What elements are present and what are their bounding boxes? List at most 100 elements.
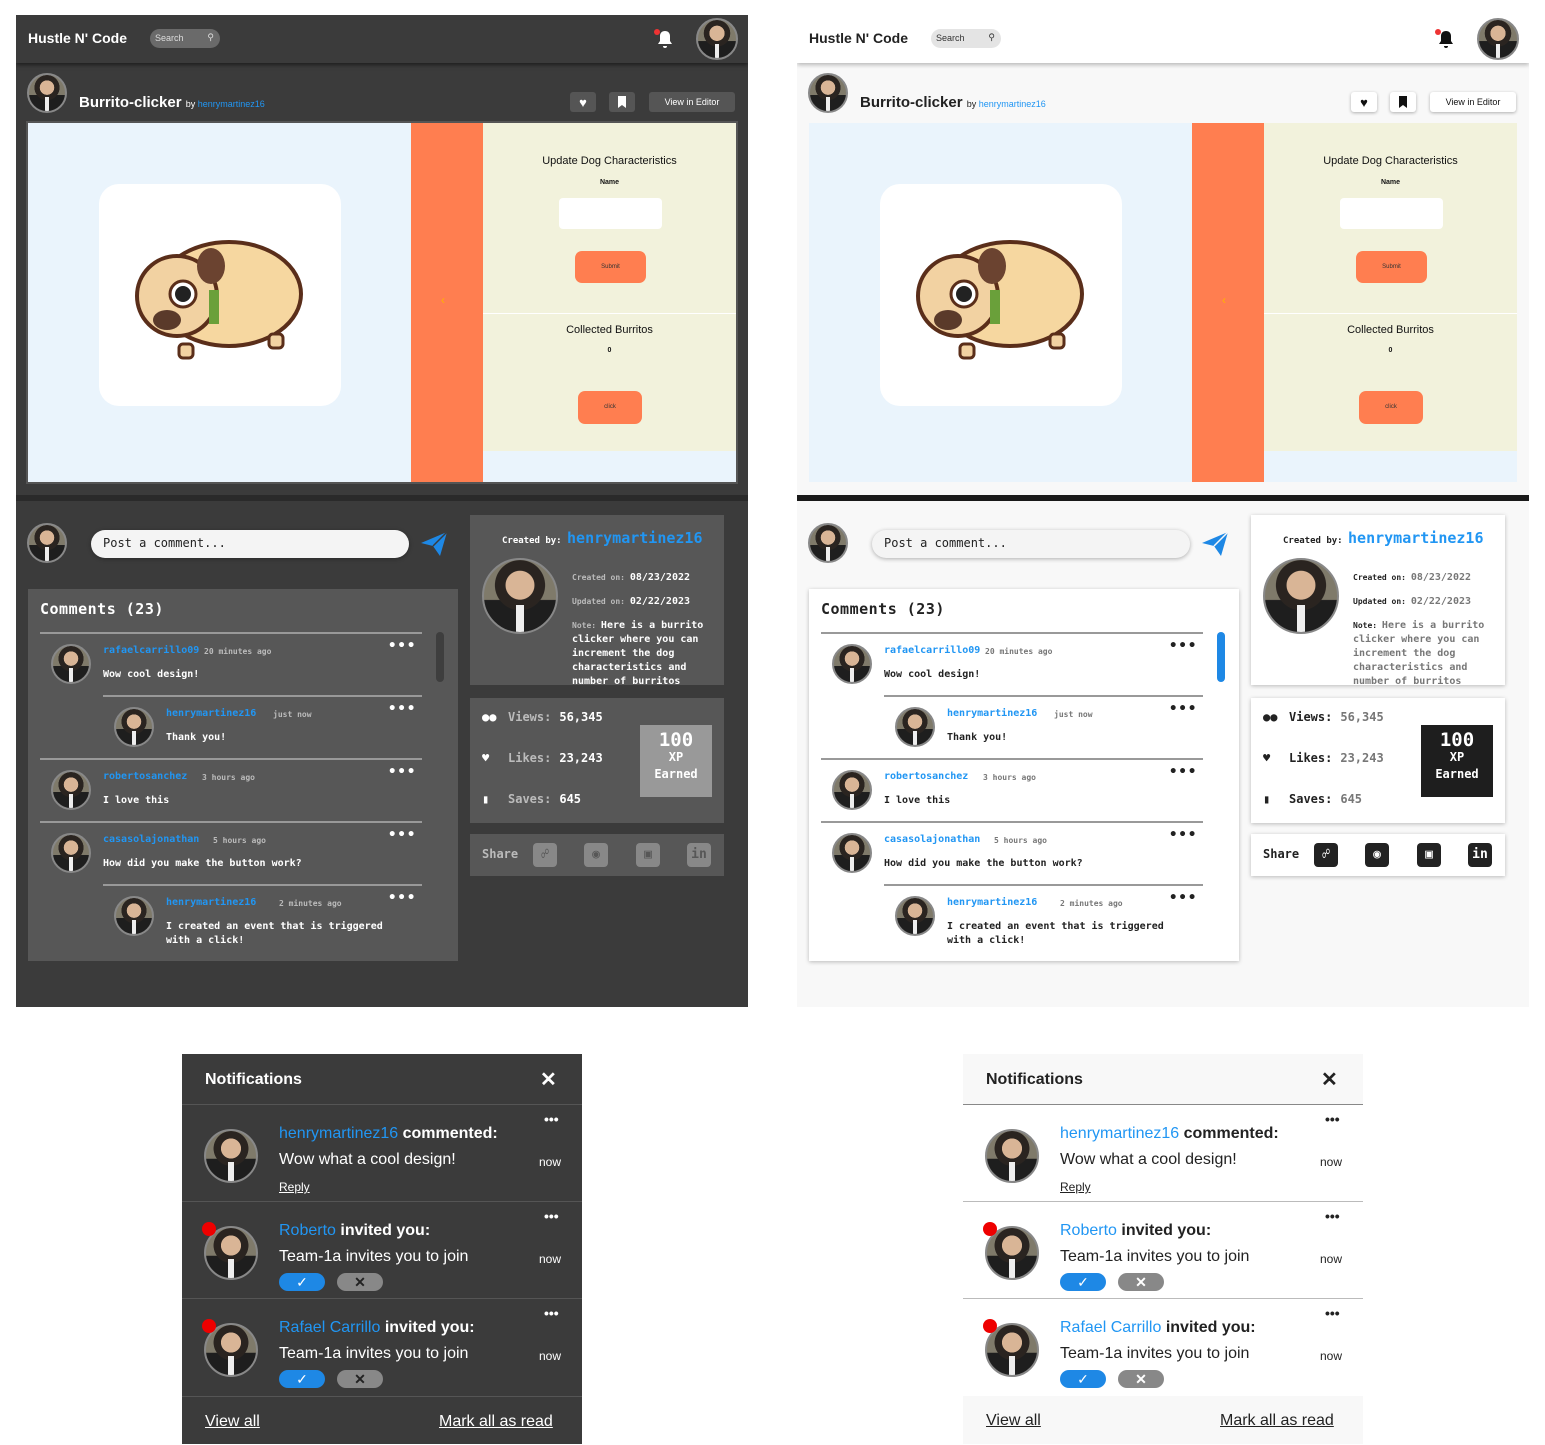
comment-username[interactable]: henrymartinez16	[166, 897, 256, 908]
comment-input[interactable]: Post a comment...	[872, 530, 1190, 558]
app-logo[interactable]: Hustle N' Code	[28, 30, 127, 46]
creator-avatar[interactable]	[482, 558, 558, 634]
more-options-icon[interactable]: •••	[388, 701, 416, 717]
more-options-icon[interactable]: •••	[388, 890, 416, 906]
view-all-link[interactable]: View all	[986, 1412, 1041, 1430]
creator-avatar[interactable]	[1263, 558, 1339, 634]
view-in-editor-button[interactable]: View in Editor	[649, 92, 735, 112]
commenter-avatar[interactable]	[51, 833, 91, 873]
reply-link[interactable]: Reply	[1060, 1180, 1091, 1194]
search-icon[interactable]: ⚲	[988, 32, 995, 43]
commenter-avatar[interactable]	[832, 833, 872, 873]
comment-input[interactable]: Post a comment...	[91, 530, 409, 558]
scrollbar[interactable]	[1217, 632, 1225, 682]
bell-icon[interactable]	[1435, 29, 1455, 49]
more-options-icon[interactable]: •••	[1169, 890, 1197, 906]
more-options-icon[interactable]: •••	[388, 764, 416, 780]
like-button[interactable]: ♥	[1351, 92, 1377, 112]
decline-button[interactable]: ✕	[1118, 1273, 1164, 1291]
more-options-icon[interactable]: •••	[388, 827, 416, 843]
commenter-avatar[interactable]	[832, 644, 872, 684]
sidebar-toggle[interactable]: ‹	[411, 123, 483, 482]
click-button[interactable]: click	[1359, 391, 1423, 424]
view-in-editor-button[interactable]: View in Editor	[1430, 92, 1516, 112]
comment-username[interactable]: robertosanchez	[884, 771, 968, 782]
commenter-avatar[interactable]	[895, 707, 935, 747]
comment-username[interactable]: rafaelcarrillo09	[884, 645, 980, 656]
decline-button[interactable]: ✕	[337, 1370, 383, 1388]
close-icon[interactable]: ✕	[1321, 1067, 1338, 1092]
accept-button[interactable]: ✓	[1060, 1273, 1106, 1291]
author-link[interactable]: henrymartinez16	[979, 99, 1046, 109]
linkedin-icon[interactable]: in	[1468, 843, 1492, 867]
notification-item[interactable]: Rafael Carrillo invited you: Team-1a inv…	[963, 1298, 1363, 1396]
close-icon[interactable]: ✕	[540, 1067, 557, 1092]
notification-item[interactable]: Rafael Carrillo invited you: Team-1a inv…	[182, 1298, 582, 1396]
scrollbar[interactable]	[436, 632, 444, 682]
name-input[interactable]	[1340, 198, 1443, 229]
more-options-icon[interactable]: •••	[544, 1111, 559, 1127]
send-icon[interactable]	[1201, 531, 1229, 557]
click-button[interactable]: click	[578, 391, 642, 424]
save-button[interactable]	[609, 92, 635, 112]
name-input[interactable]	[559, 198, 662, 229]
search-input[interactable]: Search ⚲	[931, 29, 1001, 48]
link-icon[interactable]: ☍	[1314, 843, 1338, 867]
user-avatar[interactable]	[696, 18, 738, 60]
more-options-icon[interactable]: •••	[544, 1208, 559, 1224]
more-options-icon[interactable]: •••	[1169, 701, 1197, 717]
author-avatar[interactable]	[808, 73, 848, 113]
like-button[interactable]: ♥	[570, 92, 596, 112]
link-icon[interactable]: ☍	[533, 843, 557, 867]
more-options-icon[interactable]: •••	[1169, 638, 1197, 654]
burrito-pug-image[interactable]	[99, 184, 341, 406]
more-options-icon[interactable]: •••	[388, 638, 416, 654]
user-avatar[interactable]	[1477, 18, 1519, 60]
commenter-avatar[interactable]	[51, 770, 91, 810]
more-options-icon[interactable]: •••	[1325, 1111, 1340, 1127]
commenter-avatar[interactable]	[114, 896, 154, 936]
more-options-icon[interactable]: •••	[1169, 764, 1197, 780]
comment-username[interactable]: casasolajonathan	[103, 834, 199, 845]
search-icon[interactable]: ⚲	[207, 32, 214, 43]
accept-button[interactable]: ✓	[1060, 1370, 1106, 1388]
comment-username[interactable]: henrymartinez16	[947, 708, 1037, 719]
more-options-icon[interactable]: •••	[1325, 1208, 1340, 1224]
author-avatar[interactable]	[27, 73, 67, 113]
view-all-link[interactable]: View all	[205, 1413, 260, 1431]
github-icon[interactable]: ◉	[584, 843, 608, 867]
comment-username[interactable]: henrymartinez16	[947, 897, 1037, 908]
author-link[interactable]: henrymartinez16	[198, 99, 265, 109]
chevron-left-icon[interactable]: ‹	[441, 293, 445, 307]
submit-button[interactable]: Submit	[1356, 251, 1427, 283]
comment-username[interactable]: robertosanchez	[103, 771, 187, 782]
more-options-icon[interactable]: •••	[1169, 827, 1197, 843]
comment-username[interactable]: rafaelcarrillo09	[103, 645, 199, 656]
creator-link[interactable]: henrymartinez16	[1348, 529, 1483, 547]
submit-button[interactable]: Submit	[575, 251, 646, 283]
instagram-icon[interactable]: ▣	[636, 843, 660, 867]
commenter-avatar[interactable]	[51, 644, 91, 684]
bell-icon[interactable]	[654, 29, 674, 49]
more-options-icon[interactable]: •••	[544, 1305, 559, 1321]
search-input[interactable]: Search ⚲	[150, 29, 220, 48]
decline-button[interactable]: ✕	[1118, 1370, 1164, 1388]
save-button[interactable]	[1390, 92, 1416, 112]
linkedin-icon[interactable]: in	[687, 843, 711, 867]
reply-link[interactable]: Reply	[279, 1180, 310, 1194]
comment-username[interactable]: henrymartinez16	[166, 708, 256, 719]
mark-all-read-link[interactable]: Mark all as read	[439, 1413, 553, 1431]
sidebar-toggle[interactable]: ‹	[1192, 123, 1264, 482]
commenter-avatar[interactable]	[832, 770, 872, 810]
commenter-avatar[interactable]	[114, 707, 154, 747]
chevron-left-icon[interactable]: ‹	[1222, 293, 1226, 307]
burrito-pug-image[interactable]	[880, 184, 1122, 406]
notification-item[interactable]: henrymartinez16 commented: Wow what a co…	[182, 1104, 582, 1202]
instagram-icon[interactable]: ▣	[1417, 843, 1441, 867]
notification-item[interactable]: henrymartinez16 commented: Wow what a co…	[963, 1104, 1363, 1202]
accept-button[interactable]: ✓	[279, 1370, 325, 1388]
commenter-avatar[interactable]	[895, 896, 935, 936]
github-icon[interactable]: ◉	[1365, 843, 1389, 867]
more-options-icon[interactable]: •••	[1325, 1305, 1340, 1321]
mark-all-read-link[interactable]: Mark all as read	[1220, 1412, 1334, 1430]
